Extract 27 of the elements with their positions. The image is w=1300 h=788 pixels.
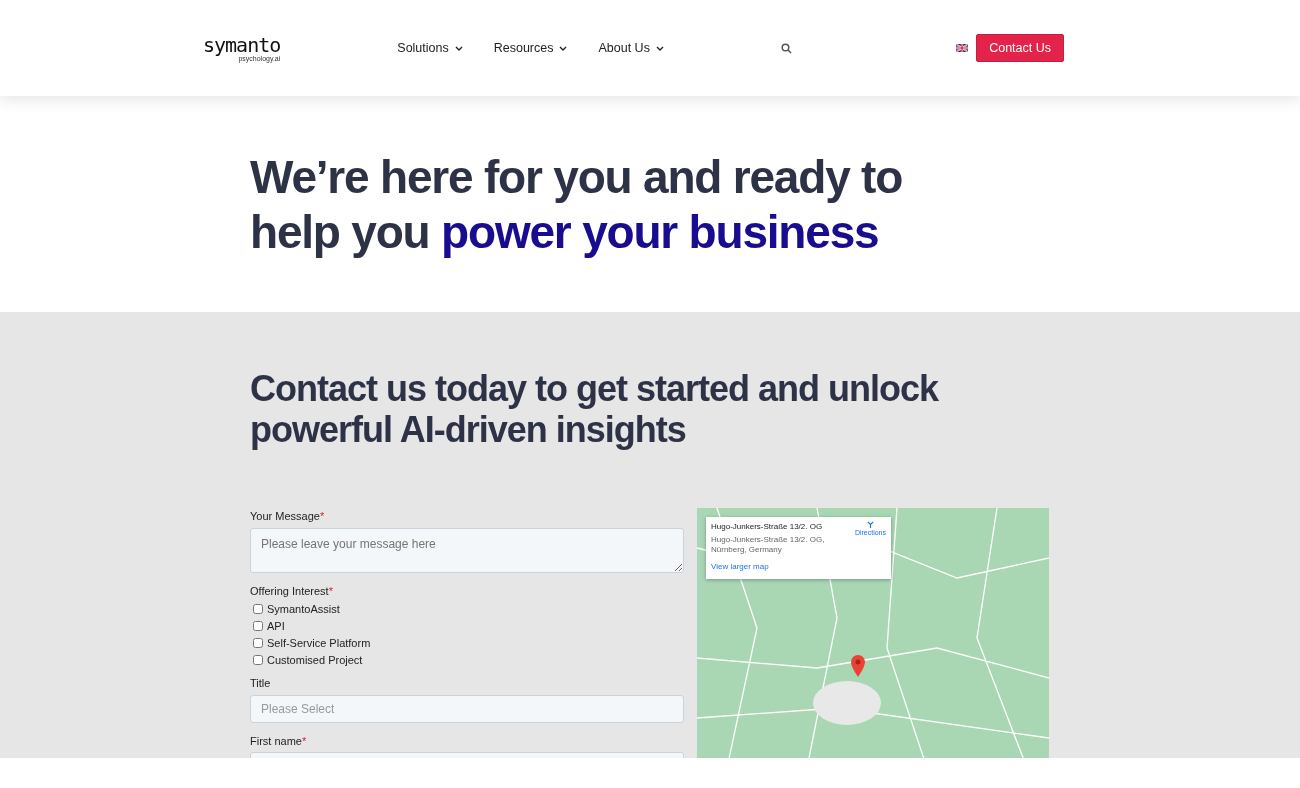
nav-link[interactable]: Solutions <box>397 38 463 58</box>
contact-heading: Contact us today to get started and unlock powerful AI-driven insights <box>250 368 940 450</box>
place-address: Hugo-Junkers-Straße 13/2. OG, Nürnberg, Germany <box>711 535 826 555</box>
checkbox[interactable] <box>253 621 263 631</box>
checkbox[interactable] <box>253 604 263 614</box>
map-pin-icon <box>851 655 865 677</box>
hero-heading: We’re here for you and ready to help you power your business <box>250 150 904 260</box>
nav-link[interactable]: About Us <box>598 38 664 58</box>
nav-link[interactable]: Resources <box>493 38 568 58</box>
view-larger-map-link[interactable]: View larger map <box>711 561 769 573</box>
checkbox-label: Self-Service Platform <box>267 636 371 650</box>
field-label: Title <box>250 676 272 691</box>
place-title: Hugo-Junkers-Straße 13/2. OG <box>711 521 824 533</box>
message-field[interactable]: Please leave your message here <box>250 527 684 573</box>
checkbox-label: Customised Project <box>267 653 363 667</box>
logo-wordmark[interactable]: symanto <box>203 34 281 55</box>
search-icon[interactable] <box>780 42 792 54</box>
checkbox[interactable] <box>253 638 263 648</box>
checkbox-label: API <box>267 619 285 633</box>
checkbox[interactable] <box>253 655 263 665</box>
directions-icon <box>866 521 874 528</box>
contact-us-button[interactable]: Contact Us <box>976 33 1064 63</box>
flag-icon[interactable] <box>955 44 968 52</box>
checkbox-label: SymantoAssist <box>267 602 340 616</box>
field-label: Offering Interest* <box>250 583 334 599</box>
field-label: Your Message* <box>250 509 326 524</box>
field-label: First name* <box>250 733 308 749</box>
